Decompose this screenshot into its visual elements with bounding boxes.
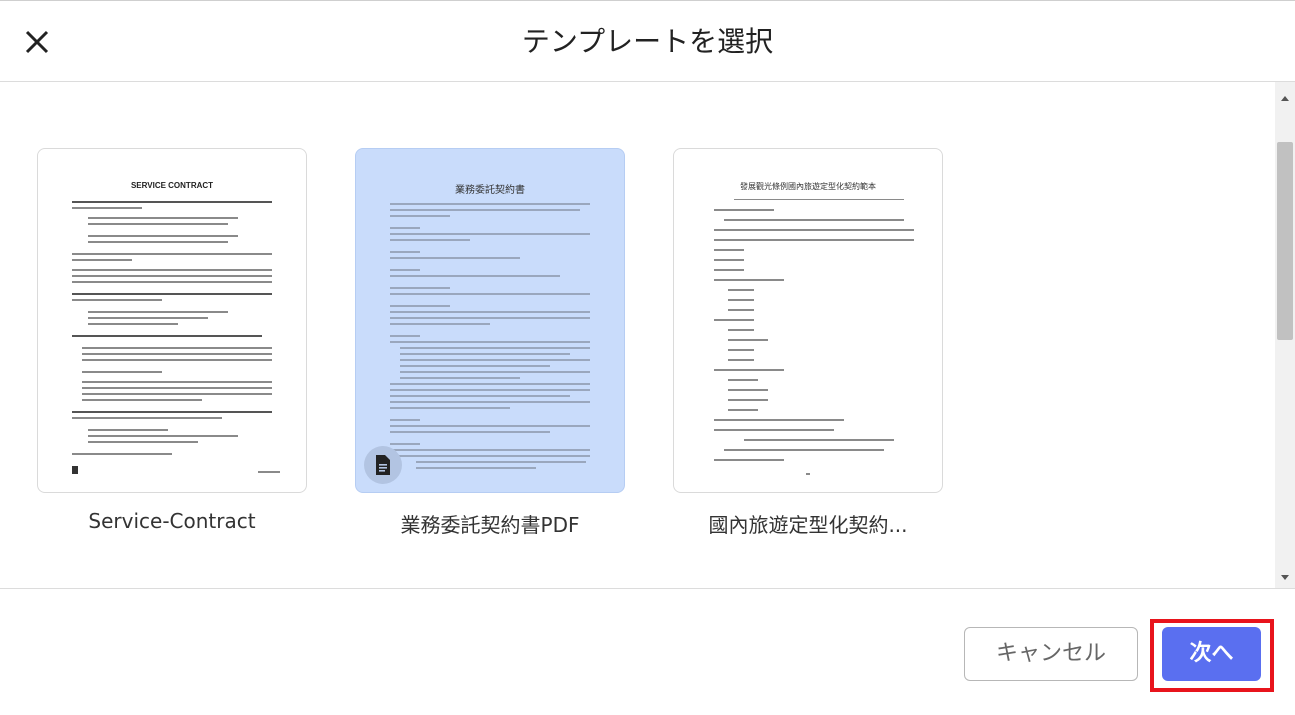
- next-button[interactable]: 次へ: [1162, 627, 1261, 681]
- close-icon: [25, 30, 49, 54]
- template-card-domestic-travel-contract[interactable]: 發展觀光條例國內旅遊定型化契約範本 國內旅遊定型化契約...: [673, 148, 943, 538]
- dialog-header: テンプレートを選択: [0, 0, 1295, 82]
- template-thumbnail[interactable]: 發展觀光條例國內旅遊定型化契約範本: [673, 148, 943, 493]
- thumbnail-title: 業務委託契約書: [455, 185, 525, 196]
- vertical-scrollbar[interactable]: [1275, 82, 1295, 588]
- dialog-title: テンプレートを選択: [521, 25, 774, 58]
- cancel-button[interactable]: キャンセル: [964, 627, 1138, 681]
- template-label: 業務委託契約書PDF: [400, 513, 580, 537]
- thumbnail-title: 發展觀光條例國內旅遊定型化契約範本: [740, 182, 876, 191]
- template-card-business-contract[interactable]: 業務委託契約書 業務委託契約書PDF: [355, 148, 625, 538]
- close-button[interactable]: [22, 27, 52, 57]
- document-preview: SERVICE CONTRACT: [38, 149, 306, 492]
- template-label: 國內旅遊定型化契約...: [708, 513, 908, 537]
- thumbnail-title: SERVICE CONTRACT: [130, 181, 214, 190]
- template-card-service-contract[interactable]: SERVICE CONTRACT Service-Contract: [37, 148, 307, 533]
- template-thumbnail[interactable]: 業務委託契約書: [355, 148, 625, 493]
- document-preview: 業務委託契約書: [356, 149, 624, 492]
- document-icon: [364, 446, 402, 484]
- template-label: Service-Contract: [88, 509, 256, 533]
- scroll-down-arrow-icon[interactable]: [1279, 568, 1291, 580]
- template-thumbnail[interactable]: SERVICE CONTRACT: [37, 148, 307, 493]
- template-gallery: SERVICE CONTRACT Service-Contract 業務委託契約…: [0, 82, 1275, 588]
- scroll-up-arrow-icon[interactable]: [1279, 90, 1291, 102]
- dialog-footer: キャンセル 次へ: [0, 588, 1295, 715]
- scrollbar-thumb[interactable]: [1277, 142, 1293, 340]
- document-preview: 發展觀光條例國內旅遊定型化契約範本: [674, 149, 942, 492]
